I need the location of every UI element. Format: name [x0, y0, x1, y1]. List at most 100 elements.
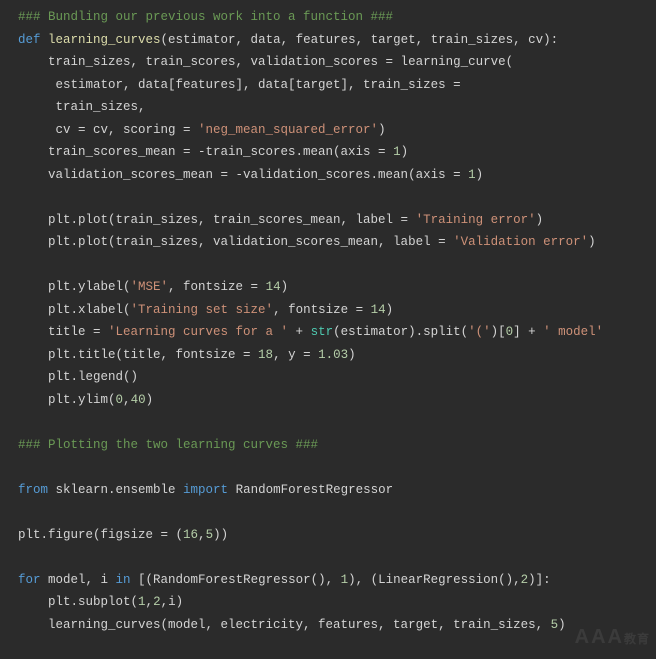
code-token-string: 'MSE'	[131, 280, 169, 294]
code-token-default: )	[348, 348, 356, 362]
code-line: plt.xlabel('Training set size', fontsize…	[18, 299, 656, 322]
code-line: plt.plot(train_sizes, train_scores_mean,…	[18, 209, 656, 232]
code-token-number: 0	[116, 393, 124, 407]
code-token-default: (estimator, data, features, target, trai…	[161, 33, 559, 47]
code-line	[18, 254, 656, 277]
code-token-default: plt.xlabel(	[18, 303, 131, 317]
code-token-string: 'Validation error'	[453, 235, 588, 249]
code-token-default: )	[281, 280, 289, 294]
code-token-number: 1	[468, 168, 476, 182]
code-token-default: ,	[198, 528, 206, 542]
code-token-keyword: import	[183, 483, 228, 497]
code-token-default: , fontsize =	[168, 280, 266, 294]
code-token-number: 14	[371, 303, 386, 317]
code-token-default: title =	[18, 325, 108, 339]
code-token-default: train_scores_mean = -train_scores.mean(a…	[18, 145, 393, 159]
code-token-keyword: in	[116, 573, 131, 587]
code-token-default: plt.figure(figsize = (	[18, 528, 183, 542]
code-token-number: 1	[341, 573, 349, 587]
code-token-comment: ### Plotting the two learning curves ###	[18, 438, 318, 452]
code-token-number: 5	[551, 618, 559, 632]
code-token-string: '('	[468, 325, 491, 339]
code-token-func: learning_curves	[48, 33, 161, 47]
code-line: from sklearn.ensemble import RandomFores…	[18, 479, 656, 502]
code-token-default: )	[476, 168, 484, 182]
code-token-comment: ### Bundling our previous work into a fu…	[18, 10, 393, 24]
code-token-default: plt.plot(train_sizes, train_scores_mean,…	[18, 213, 416, 227]
code-token-keyword: def	[18, 33, 48, 47]
code-token-default: )	[558, 618, 566, 632]
code-token-default: , fontsize =	[273, 303, 371, 317]
code-line: learning_curves(model, electricity, feat…	[18, 614, 656, 637]
code-token-default: plt.ylabel(	[18, 280, 131, 294]
code-line: train_sizes, train_scores, validation_sc…	[18, 51, 656, 74]
code-line: train_sizes,	[18, 96, 656, 119]
code-token-default: , y =	[273, 348, 318, 362]
code-token-default: ] +	[513, 325, 543, 339]
code-line: ### Bundling our previous work into a fu…	[18, 6, 656, 29]
code-token-default: ,	[123, 393, 131, 407]
code-line	[18, 411, 656, 434]
code-token-type: str	[311, 325, 334, 339]
code-line: def learning_curves(estimator, data, fea…	[18, 29, 656, 52]
code-token-default: plt.subplot(	[18, 595, 138, 609]
code-token-keyword: from	[18, 483, 48, 497]
code-line: for model, i in [(RandomForestRegressor(…	[18, 569, 656, 592]
code-token-default: ), (LinearRegression(),	[348, 573, 521, 587]
code-line	[18, 501, 656, 524]
code-token-number: 1	[393, 145, 401, 159]
code-line: cv = cv, scoring = 'neg_mean_squared_err…	[18, 119, 656, 142]
code-token-default: )	[378, 123, 386, 137]
code-line: validation_scores_mean = -validation_sco…	[18, 164, 656, 187]
code-token-number: 18	[258, 348, 273, 362]
code-line: plt.subplot(1,2,i)	[18, 591, 656, 614]
code-token-default: )]:	[528, 573, 551, 587]
code-line: plt.plot(train_sizes, validation_scores_…	[18, 231, 656, 254]
code-token-string: 'Learning curves for a '	[108, 325, 288, 339]
code-token-number: 5	[206, 528, 214, 542]
code-line: plt.figure(figsize = (16,5))	[18, 524, 656, 547]
code-token-default: )	[588, 235, 596, 249]
code-token-number: 1	[138, 595, 146, 609]
code-token-keyword: for	[18, 573, 41, 587]
code-token-default: )	[401, 145, 409, 159]
code-line: plt.ylim(0,40)	[18, 389, 656, 412]
code-token-string: ' model'	[543, 325, 603, 339]
code-line: train_scores_mean = -train_scores.mean(a…	[18, 141, 656, 164]
code-token-default: train_sizes, train_scores, validation_sc…	[18, 55, 513, 69]
code-token-default: )	[386, 303, 394, 317]
code-token-number: 14	[266, 280, 281, 294]
code-line: ### Plotting the two learning curves ###	[18, 434, 656, 457]
code-token-default: train_sizes,	[18, 100, 146, 114]
code-token-default: (estimator).split(	[333, 325, 468, 339]
code-token-default: validation_scores_mean = -validation_sco…	[18, 168, 468, 182]
code-line: plt.ylabel('MSE', fontsize = 14)	[18, 276, 656, 299]
code-line: plt.legend()	[18, 366, 656, 389]
code-token-default: )[	[491, 325, 506, 339]
code-token-default: [(RandomForestRegressor(),	[131, 573, 341, 587]
code-token-default: sklearn.ensemble	[48, 483, 183, 497]
code-token-number: 16	[183, 528, 198, 542]
code-token-default: ))	[213, 528, 228, 542]
code-line: estimator, data[features], data[target],…	[18, 74, 656, 97]
code-line: plt.title(title, fontsize = 18, y = 1.03…	[18, 344, 656, 367]
code-token-default: )	[146, 393, 154, 407]
code-token-default: ,i)	[161, 595, 184, 609]
code-token-string: 'Training error'	[416, 213, 536, 227]
code-token-string: 'Training set size'	[131, 303, 274, 317]
code-line	[18, 456, 656, 479]
code-token-default: ,	[146, 595, 154, 609]
code-token-number: 2	[153, 595, 161, 609]
code-token-default: plt.plot(train_sizes, validation_scores_…	[18, 235, 453, 249]
code-block: ### Bundling our previous work into a fu…	[18, 6, 656, 636]
code-token-number: 40	[131, 393, 146, 407]
code-token-number: 1.03	[318, 348, 348, 362]
code-token-default: model, i	[41, 573, 116, 587]
code-line	[18, 186, 656, 209]
code-line: title = 'Learning curves for a ' + str(e…	[18, 321, 656, 344]
code-token-default: learning_curves(model, electricity, feat…	[18, 618, 551, 632]
code-token-default: RandomForestRegressor	[228, 483, 393, 497]
code-token-default: cv = cv, scoring =	[18, 123, 198, 137]
code-token-default: estimator, data[features], data[target],…	[18, 78, 461, 92]
code-token-string: 'neg_mean_squared_error'	[198, 123, 378, 137]
